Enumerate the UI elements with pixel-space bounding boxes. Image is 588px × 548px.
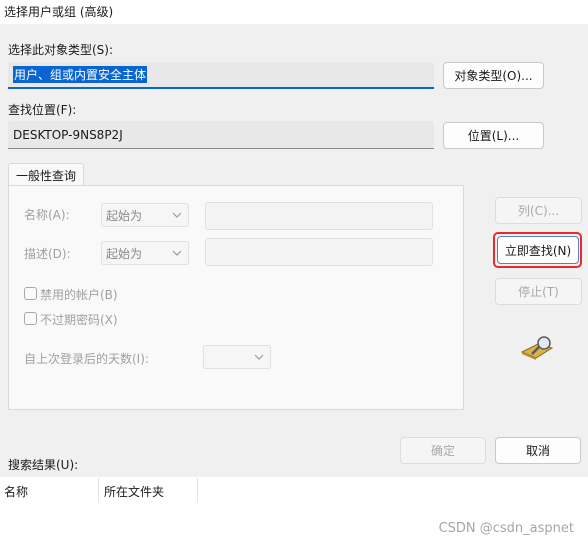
chevron-down-icon [172, 250, 182, 256]
description-mode-value: 起始为 [106, 246, 143, 261]
search-results-label: 搜索结果(U): [8, 458, 79, 472]
non-expiring-password-label: 不过期密码(X) [40, 313, 118, 327]
object-type-value: 用户、组或内置安全主体 [13, 66, 148, 83]
name-mode-select[interactable]: 起始为 [101, 203, 189, 227]
object-type-field[interactable]: 用户、组或内置安全主体 [8, 62, 434, 89]
disabled-accounts-checkbox[interactable] [24, 287, 37, 300]
days-since-logon-label: 自上次登录后的天数(I): [24, 352, 149, 366]
column-header-folder[interactable]: 所在文件夹 [104, 483, 164, 500]
name-label: 名称(A): [24, 208, 70, 222]
days-since-logon-select[interactable] [203, 345, 271, 369]
watermark: CSDN @csdn_aspnet [438, 521, 574, 536]
non-expiring-password-checkbox[interactable] [24, 312, 37, 325]
chevron-down-icon [172, 212, 182, 218]
column-header-name[interactable]: 名称 [4, 483, 28, 500]
columns-button[interactable]: 列(C)... [495, 197, 582, 224]
location-label: 查找位置(F): [8, 103, 77, 117]
column-separator [197, 478, 198, 502]
description-label: 描述(D): [24, 247, 71, 261]
object-type-label: 选择此对象类型(S): [8, 43, 114, 57]
find-now-button[interactable]: 立即查找(N) [497, 236, 579, 264]
name-input[interactable] [205, 202, 433, 230]
search-results-list[interactable] [0, 477, 588, 548]
locations-button[interactable]: 位置(L)... [443, 122, 544, 149]
description-mode-select[interactable]: 起始为 [101, 241, 189, 265]
location-field: DESKTOP-9NS8P2J [8, 121, 434, 149]
cancel-button[interactable]: 取消 [495, 437, 581, 464]
chevron-down-icon [254, 354, 264, 360]
window-title: 选择用户或组 (高级) [4, 5, 114, 19]
location-value: DESKTOP-9NS8P2J [13, 127, 123, 142]
disabled-accounts-label: 禁用的帐户(B) [40, 288, 118, 302]
name-mode-value: 起始为 [106, 208, 143, 223]
magnifier-folder-icon [520, 336, 554, 360]
stop-button[interactable]: 停止(T) [495, 278, 582, 305]
description-input[interactable] [205, 238, 433, 266]
column-separator [98, 478, 99, 502]
tab-common-queries[interactable]: 一般性查询 [8, 163, 84, 186]
object-types-button[interactable]: 对象类型(O)... [443, 62, 544, 89]
ok-button[interactable]: 确定 [400, 437, 486, 464]
